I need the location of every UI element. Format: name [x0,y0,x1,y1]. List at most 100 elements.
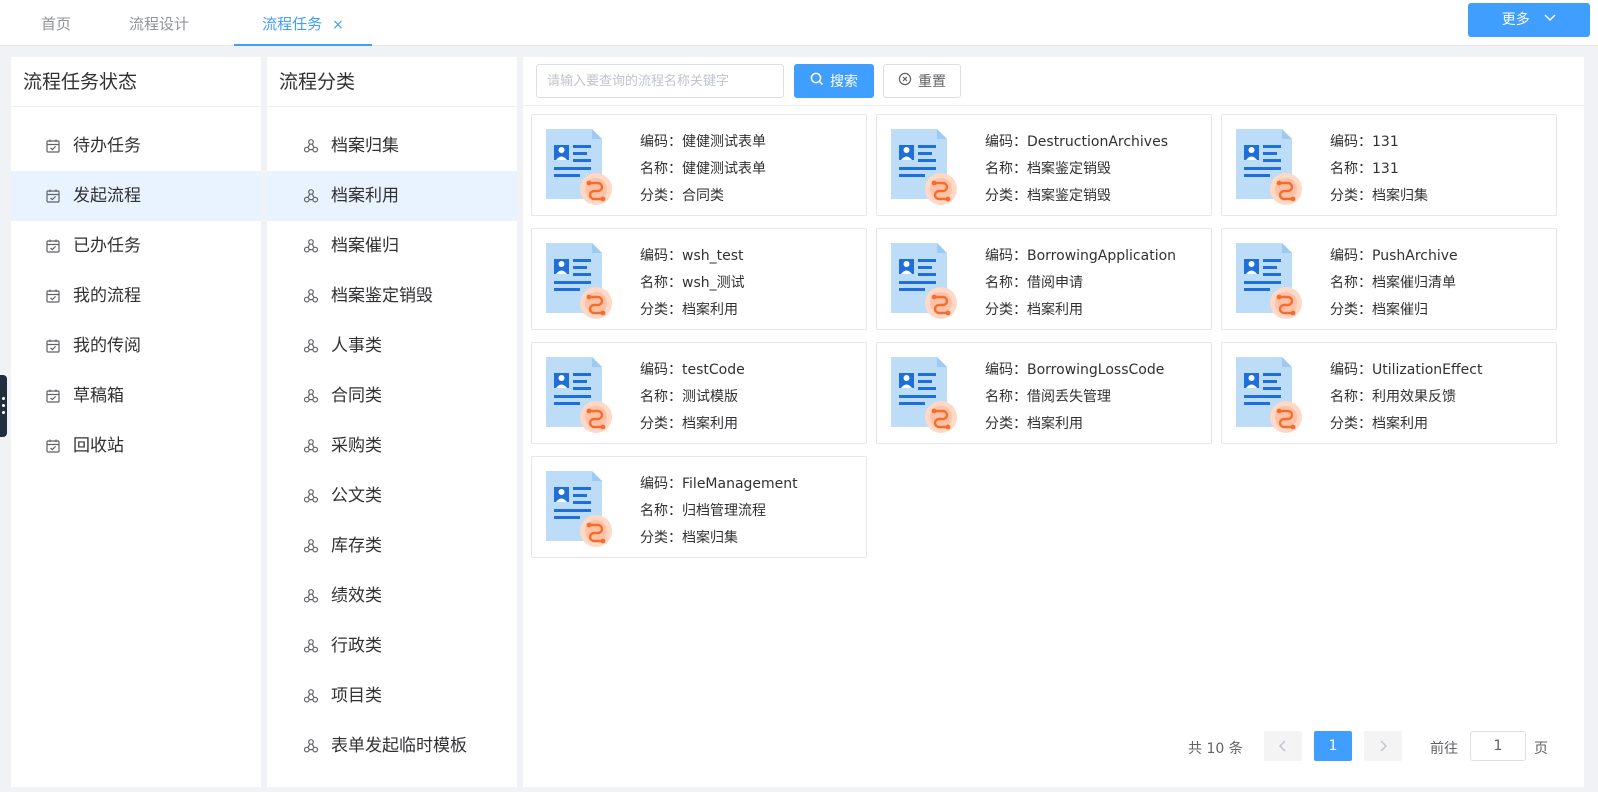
tab-process-task[interactable]: 流程任务 × [234,0,372,46]
process-card-info: 编码：131 名称：131 分类：档案归集 [1330,129,1428,210]
process-card[interactable]: 编码：DestructionArchives 名称：档案鉴定销毁 分类：档案鉴定销毁 [876,114,1212,216]
goto-label: 前往 [1430,741,1458,757]
flow-nodes-icon [303,388,319,404]
process-card-category-key: 分类： [985,416,1027,432]
process-card-category-line: 分类：档案利用 [640,297,745,324]
tab-process-design[interactable]: 流程设计 [126,0,192,46]
process-card-code-value: DestructionArchives [1027,134,1168,150]
category-menu-item[interactable]: 档案归集 [267,121,517,171]
process-card-name-line: 名称：档案催归清单 [1330,270,1458,297]
process-card-name-key: 名称： [985,389,1027,405]
process-card-code-line: 编码：131 [1330,129,1428,156]
status-menu-item-label: 我的传阅 [73,336,141,356]
process-card-category-key: 分类： [1330,302,1372,318]
category-menu-item-label: 合同类 [331,386,382,406]
calendar-check-icon [45,438,61,454]
category-menu-item[interactable]: 库存类 [267,521,517,571]
process-card-category-key: 分类： [640,416,682,432]
calendar-check-icon [45,388,61,404]
process-card-code-line: 编码：BorrowingLossCode [985,357,1164,384]
category-menu-item[interactable]: 人事类 [267,321,517,371]
task-status-panel: 流程任务状态 待办任务 发起流程已办任务我的流程我的传阅草稿箱 回收站 [11,57,261,787]
category-menu-item[interactable]: 公文类 [267,471,517,521]
process-card-category-value: 档案利用 [1027,416,1083,432]
flow-nodes-icon [303,338,319,354]
search-button[interactable]: 搜索 [794,64,874,98]
category-menu-item-label: 档案利用 [331,186,399,206]
process-card-code-line: 编码：wsh_test [640,243,745,270]
prev-page-button[interactable] [1264,731,1302,761]
status-menu-item[interactable]: 待办任务 [11,121,261,171]
process-card-category-key: 分类： [985,302,1027,318]
goto-page-input[interactable]: 1 [1470,731,1526,761]
process-card-code-line: 编码：DestructionArchives [985,129,1168,156]
process-card-code-value: UtilizationEffect [1372,362,1483,378]
process-card[interactable]: 编码：wsh_test 名称：wsh_测试 分类：档案利用 [531,228,867,330]
reset-button[interactable]: 重置 [883,64,961,98]
flow-nodes-icon [303,688,319,704]
page-number-current[interactable]: 1 [1314,731,1352,761]
status-menu-item[interactable]: 草稿箱 [11,371,261,421]
category-menu-item[interactable]: 行政类 [267,621,517,671]
process-card-code-key: 编码： [985,362,1027,378]
process-card[interactable]: 编码：testCode 名称：测试模版 分类：档案利用 [531,342,867,444]
process-form-icon [889,127,961,207]
process-card-category-line: 分类：档案利用 [640,411,745,438]
category-menu-item[interactable]: 档案利用 [267,171,517,221]
status-menu-item[interactable]: 已办任务 [11,221,261,271]
process-card[interactable]: 编码：UtilizationEffect 名称：利用效果反馈 分类：档案利用 [1221,342,1557,444]
status-menu-item[interactable]: 我的传阅 [11,321,261,371]
process-card-code-key: 编码： [640,134,682,150]
chevron-down-icon [1544,1,1556,35]
process-card[interactable]: 编码：131 名称：131 分类：档案归集 [1221,114,1557,216]
search-input[interactable] [536,64,784,98]
status-menu-item[interactable]: 我的流程 [11,271,261,321]
category-menu-item-label: 绩效类 [331,586,382,606]
process-form-icon [1234,355,1306,435]
process-card[interactable]: 编码：健健测试表单 名称：健健测试表单 分类：合同类 [531,114,867,216]
category-menu-item[interactable]: 档案催归 [267,221,517,271]
process-card-category-line: 分类：档案利用 [985,297,1176,324]
process-form-icon [544,355,616,435]
category-menu-item[interactable]: 表单发起临时模板 [267,721,517,771]
process-card-info: 编码：testCode 名称：测试模版 分类：档案利用 [640,357,745,438]
status-menu-item-label: 已办任务 [73,236,141,256]
process-card[interactable]: 编码：BorrowingLossCode 名称：借阅丢失管理 分类：档案利用 [876,342,1212,444]
category-menu-item[interactable]: 绩效类 [267,571,517,621]
process-card-category-value: 档案鉴定销毁 [1027,188,1111,204]
category-menu-item-label: 档案催归 [331,236,399,256]
process-card-name-value: 131 [1372,161,1399,177]
category-menu-item-label: 档案归集 [331,136,399,156]
process-card[interactable]: 编码：FileManagement 名称：归档管理流程 分类：档案归集 [531,456,867,558]
process-card-name-value: wsh_测试 [682,275,745,291]
flow-nodes-icon [303,438,319,454]
page-suffix: 页 [1534,741,1548,757]
category-menu-item[interactable]: 项目类 [267,671,517,721]
process-card-name-line: 名称：借阅丢失管理 [985,384,1164,411]
category-menu-item[interactable]: 合同类 [267,371,517,421]
task-status-title: 流程任务状态 [11,57,261,107]
tab-home[interactable]: 首页 [38,0,74,46]
process-card-code-line: 编码：BorrowingApplication [985,243,1176,270]
status-menu-item[interactable]: 回收站 [11,421,261,471]
process-card-code-key: 编码： [985,134,1027,150]
process-card-code-line: 编码：UtilizationEffect [1330,357,1482,384]
category-menu-item-label: 公文类 [331,486,382,506]
process-card[interactable]: 编码：BorrowingApplication 名称：借阅申请 分类：档案利用 [876,228,1212,330]
process-card[interactable]: 编码：PushArchive 名称：档案催归清单 分类：档案催归 [1221,228,1557,330]
category-menu-item[interactable]: 采购类 [267,421,517,471]
process-card-category-line: 分类：档案催归 [1330,297,1458,324]
process-card-code-value: BorrowingLossCode [1027,362,1165,378]
process-card-category-key: 分类： [640,302,682,318]
close-icon[interactable]: × [332,17,344,33]
process-card-name-line: 名称：借阅申请 [985,270,1176,297]
more-button[interactable]: 更多 [1468,3,1590,37]
process-form-icon [1234,241,1306,321]
process-card-name-line: 名称：归档管理流程 [640,498,798,525]
status-menu-item[interactable]: 发起流程 [11,171,261,221]
process-card-code-value: BorrowingApplication [1027,248,1177,264]
category-menu-item[interactable]: 档案鉴定销毁 [267,271,517,321]
sidebar-collapse-handle[interactable] [0,375,7,437]
pagination-total: 共 10 条 [1188,741,1243,757]
next-page-button[interactable] [1364,731,1402,761]
